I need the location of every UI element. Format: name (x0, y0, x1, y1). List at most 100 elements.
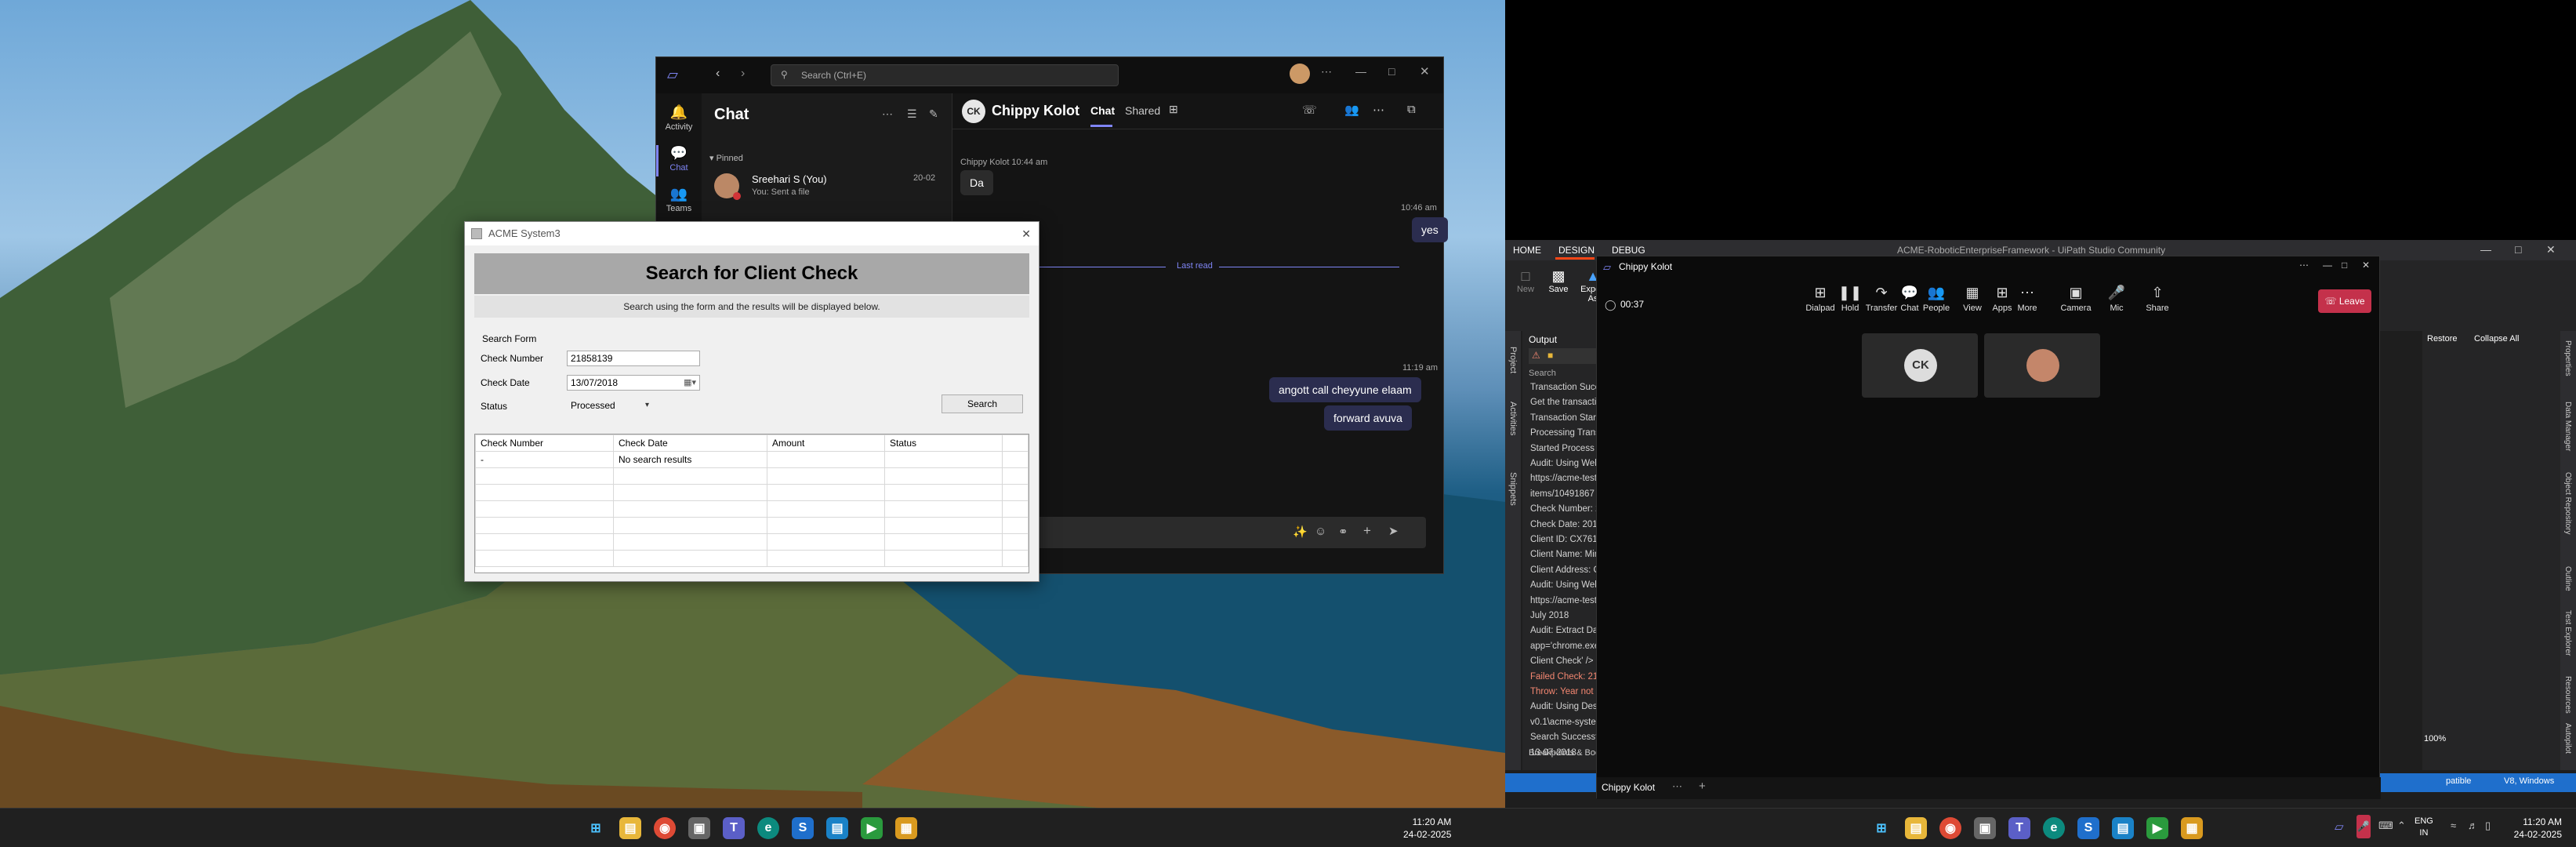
camera-button[interactable]: ▣ Camera (2056, 285, 2095, 313)
edge-icon[interactable]: e (757, 817, 779, 839)
collapse-all-button[interactable]: Collapse All (2474, 334, 2519, 344)
column-header[interactable]: Check Date (613, 434, 767, 452)
people-icon[interactable]: 👥 (1344, 103, 1359, 117)
tab-chat[interactable]: Chat (1090, 104, 1115, 117)
column-header[interactable]: Amount (767, 434, 885, 452)
chrome-icon[interactable]: ◉ (1939, 817, 1961, 839)
maximize-icon[interactable]: □ (2342, 260, 2347, 271)
share-button[interactable]: ⇧ Share (2138, 285, 2177, 313)
more-options-icon[interactable]: ⋯ (882, 107, 893, 121)
tab-shared[interactable]: Shared (1125, 104, 1160, 117)
wifi-icon[interactable]: ≈ (2451, 820, 2456, 831)
rail-chat[interactable]: 💬 Chat (656, 145, 702, 173)
leave-button[interactable]: ☏ Leave (2318, 289, 2371, 313)
teams-tray-icon[interactable]: ▱ (2335, 820, 2344, 834)
column-header[interactable]: Check Number (475, 434, 614, 452)
tab-properties[interactable]: Properties (2563, 340, 2572, 376)
app-icon[interactable]: ▣ (1974, 817, 1996, 839)
minimize-icon[interactable]: — (2480, 243, 2491, 256)
tab-project[interactable]: Project (1508, 347, 1518, 373)
close-icon[interactable]: ✕ (2546, 243, 2556, 256)
studio-icon[interactable]: S (792, 817, 814, 839)
restore-button[interactable]: Restore (2427, 334, 2458, 344)
studio-icon[interactable]: S (2077, 817, 2099, 839)
menu-debug[interactable]: DEBUG (1612, 245, 1645, 256)
edge-icon[interactable]: e (2043, 817, 2065, 839)
participant-tile[interactable] (1984, 333, 2100, 398)
teams-search-box[interactable]: ⚲ Search (Ctrl+E) (771, 64, 1119, 86)
app-icon[interactable]: ▶ (2146, 817, 2168, 839)
close-icon[interactable]: ✕ (2362, 260, 2370, 271)
more-icon[interactable]: ⋯ (1321, 65, 1332, 78)
participant-tile[interactable]: CK (1862, 333, 1978, 398)
app-icon[interactable]: ▶ (861, 817, 883, 839)
add-icon[interactable]: + (1363, 523, 1371, 539)
add-icon[interactable]: + (1699, 780, 1706, 793)
tab-test-explorer[interactable]: Test Explorer (2563, 610, 2572, 656)
avatar[interactable] (1290, 64, 1310, 84)
tab-snippets[interactable]: Snippets (1508, 472, 1518, 506)
check-number-field[interactable]: 21858139 (567, 351, 700, 366)
minimize-icon[interactable]: — (2323, 260, 2332, 271)
emoji-icon[interactable]: ☺ (1315, 525, 1326, 538)
tab-outline[interactable]: Outline (2563, 566, 2572, 591)
file-explorer-icon[interactable]: ▤ (1905, 817, 1927, 839)
more-icon[interactable]: ⋯ (1672, 780, 1682, 793)
tab-autopilot[interactable]: Autopilot (2563, 723, 2572, 754)
maximize-icon[interactable]: □ (1388, 65, 1395, 78)
rail-teams[interactable]: 👥 Teams (656, 186, 702, 213)
new-chat-icon[interactable]: ✎ (929, 107, 938, 121)
phone-icon[interactable]: ☏ (1302, 103, 1317, 117)
new-button[interactable]: □ New (1511, 268, 1540, 294)
clock[interactable]: 11:20 AM 24-02-2025 (2502, 816, 2562, 841)
add-tab-icon[interactable]: ⊞ (1169, 103, 1178, 116)
windows-start-icon[interactable]: ⊞ (1870, 817, 1892, 839)
warning-filter-icon[interactable]: ⚠ (1532, 350, 1540, 361)
search-button[interactable]: Search (942, 394, 1023, 413)
calendar-icon[interactable]: ▦▾ (684, 376, 696, 390)
format-icon[interactable]: ✨ (1293, 525, 1308, 539)
clock[interactable]: 11:20 AM 24-02-2025 (1403, 816, 1451, 841)
more-button[interactable]: ⋯ More (2008, 285, 2047, 313)
tab-object-repository[interactable]: Object Repository (2563, 472, 2572, 534)
compatibility-label[interactable]: patible (2446, 776, 2471, 786)
teams-icon[interactable]: T (723, 817, 745, 839)
keyboard-icon[interactable]: ⌨ (2378, 820, 2393, 832)
mic-icon[interactable]: 🎤 (2356, 815, 2371, 838)
table-row[interactable]: - No search results (475, 451, 1029, 468)
send-icon[interactable]: ➤ (1388, 524, 1399, 538)
pinned-header[interactable]: ▾ Pinned (709, 153, 743, 163)
rail-activity[interactable]: 🔔 Activity (656, 104, 702, 132)
popout-icon[interactable]: ⧉ (1407, 103, 1416, 116)
column-header[interactable]: Status (884, 434, 1003, 452)
battery-icon[interactable]: ▯ (2485, 820, 2491, 832)
tab-resources[interactable]: Resources (2563, 676, 2572, 714)
save-button[interactable]: ▩ Save (1544, 268, 1573, 294)
more-icon[interactable]: ⋯ (1373, 103, 1384, 117)
call-tab[interactable]: Chippy Kolot (1602, 782, 1655, 793)
language-indicator[interactable]: ENG IN (2415, 816, 2433, 839)
status-select[interactable]: Processed ▾ (567, 398, 651, 413)
more-icon[interactable]: ⋯ (2299, 260, 2309, 271)
close-icon[interactable]: ✕ (1021, 222, 1031, 245)
teams-icon[interactable]: T (2008, 817, 2030, 839)
app-icon[interactable]: ▦ (895, 817, 917, 839)
close-icon[interactable]: ✕ (1420, 64, 1430, 78)
app-icon[interactable]: ▤ (826, 817, 848, 839)
app-icon[interactable]: ▦ (2181, 817, 2203, 839)
maximize-icon[interactable]: □ (2515, 243, 2521, 256)
minimize-icon[interactable]: — (1355, 65, 1366, 78)
tab-activities[interactable]: Activities (1508, 402, 1518, 435)
loop-icon[interactable]: ⚭ (1338, 525, 1348, 539)
zoom-level[interactable]: 100% (2424, 734, 2446, 743)
filter-icon[interactable]: ☰ (907, 107, 917, 121)
mic-button[interactable]: 🎤 Mic (2097, 285, 2136, 313)
forward-arrow-icon[interactable]: › (741, 67, 745, 81)
chrome-icon[interactable]: ◉ (654, 817, 676, 839)
app-icon[interactable]: ▤ (2112, 817, 2134, 839)
error-filter-icon[interactable]: ■ (1547, 350, 1553, 361)
output-search[interactable]: Search (1529, 369, 1556, 378)
volume-icon[interactable]: ♬ (2468, 820, 2478, 831)
menu-home[interactable]: HOME (1513, 245, 1541, 256)
people-button[interactable]: 👥 People (1917, 285, 1956, 313)
